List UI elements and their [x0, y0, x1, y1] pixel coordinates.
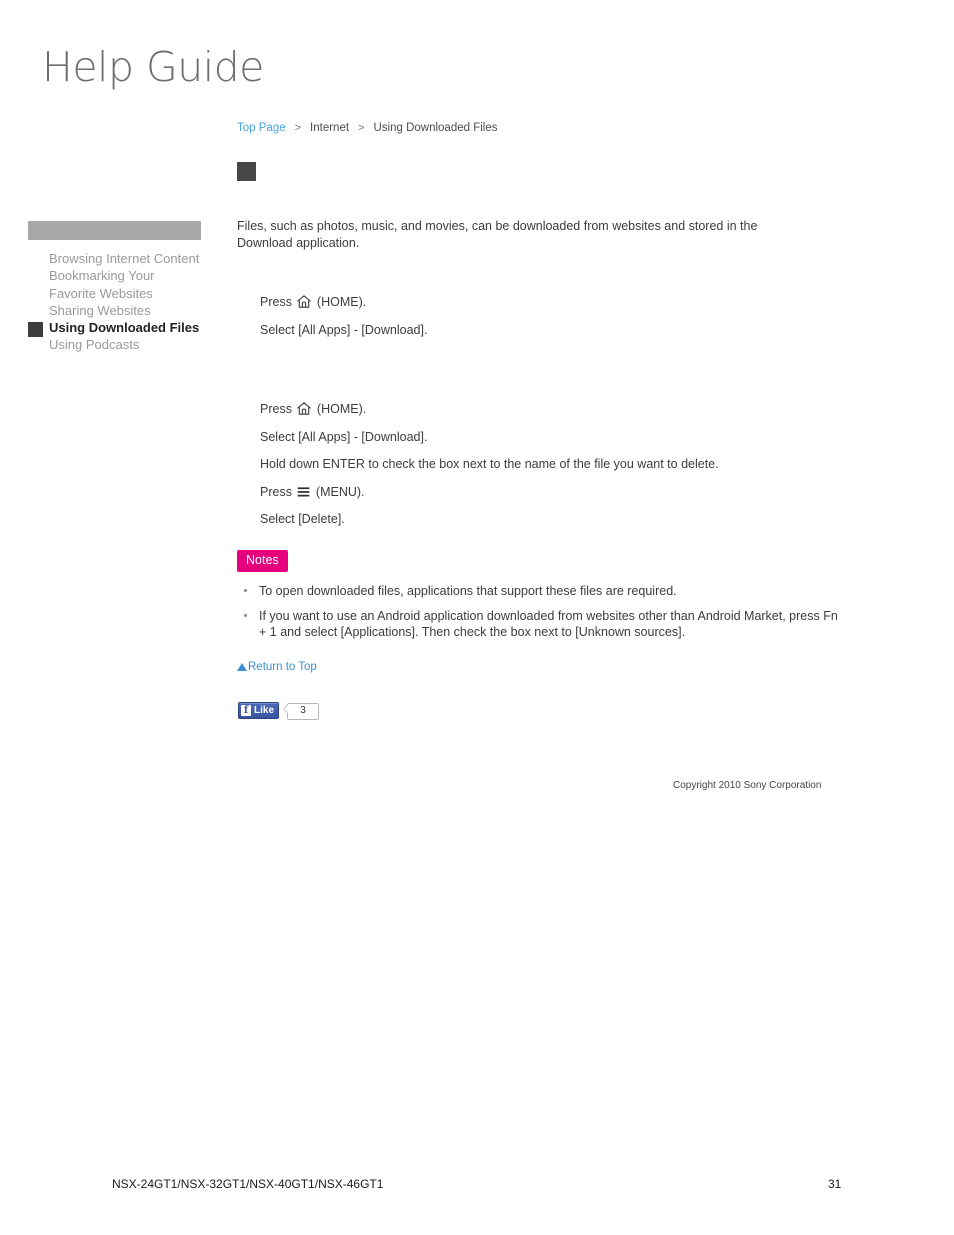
- home-icon: [297, 295, 312, 308]
- step-text-before: Press: [260, 295, 296, 309]
- note-text: To open downloaded files, applications t…: [259, 584, 677, 598]
- copyright-text: Copyright 2010 Sony Corporation: [673, 780, 822, 791]
- footer-page-number: 31: [828, 1177, 842, 1191]
- sidebar-item-label: Browsing Internet Content: [49, 251, 200, 266]
- step-item: Press (MENU).: [260, 484, 880, 501]
- step-text-before: Press: [260, 484, 296, 499]
- step-text: Select [All Apps] - [Download].: [260, 429, 428, 444]
- step-text-before: Press: [260, 402, 296, 416]
- step-item: Hold down ENTER to check the box next to…: [260, 456, 880, 473]
- facebook-icon: f: [241, 704, 251, 716]
- breadcrumb-separator-2: >: [358, 122, 365, 134]
- step-text: Select [Delete].: [260, 512, 345, 526]
- procedure-steps-delete: Press (HOME). Select [All Apps] - [Downl…: [260, 401, 880, 539]
- sidebar-item-label: Sharing Websites: [49, 302, 151, 318]
- page-title-image-placeholder: [237, 162, 256, 181]
- bullet-icon: [244, 589, 247, 592]
- step-item: Press (HOME).: [260, 401, 880, 418]
- facebook-like-label: Like: [254, 704, 275, 716]
- step-text-after: (HOME).: [313, 402, 367, 416]
- facebook-like-widget: f Like 3: [238, 700, 320, 720]
- step-text-after: (MENU).: [312, 484, 365, 499]
- facebook-like-count: 3: [287, 703, 320, 720]
- bullet-icon: [244, 614, 247, 617]
- sidebar-item-label: Using Podcasts: [49, 337, 140, 353]
- sidebar-item-bookmarking-your-favorite-websites[interactable]: Bookmarking Your Favorite Websites: [28, 267, 201, 302]
- step-item: Press (HOME).: [260, 294, 880, 311]
- intro-paragraph: Files, such as photos, music, and movies…: [237, 218, 758, 251]
- note-item: If you want to use an Android applicatio…: [241, 608, 841, 640]
- return-to-top-label: Return to Top: [248, 661, 317, 673]
- note-text: If you want to use an Android applicatio…: [259, 609, 838, 639]
- sidebar-item-label: Using Downloaded Files: [49, 320, 200, 336]
- sidebar-item-browsing-internet-content[interactable]: Browsing Internet Content: [28, 250, 201, 267]
- sidebar: Browsing Internet Content Bookmarking Yo…: [28, 221, 201, 354]
- breadcrumb-item-internet: Internet: [310, 122, 350, 134]
- step-item: Select [Delete].: [260, 511, 880, 528]
- breadcrumb-item-current: Using Downloaded Files: [373, 122, 498, 134]
- notes-list: To open downloaded files, applications t…: [241, 583, 841, 649]
- breadcrumb-separator-1: >: [294, 122, 302, 134]
- footer-model-numbers: NSX-24GT1/NSX-32GT1/NSX-40GT1/NSX-46GT1: [112, 1177, 384, 1191]
- return-to-top-link[interactable]: Return to Top: [237, 660, 317, 675]
- active-item-marker-icon: [28, 322, 43, 338]
- breadcrumb-item-top-page[interactable]: Top Page: [237, 122, 286, 134]
- procedure-steps-download: Press (HOME). Select [All Apps] - [Downl…: [260, 294, 880, 349]
- help-guide-logo: Help Guide: [42, 43, 264, 91]
- sidebar-item-sharing-websites[interactable]: Sharing Websites: [28, 302, 201, 319]
- sidebar-item-using-downloaded-files[interactable]: Using Downloaded Files: [28, 319, 201, 338]
- triangle-up-icon: [237, 663, 247, 671]
- note-item: To open downloaded files, applications t…: [241, 583, 841, 599]
- breadcrumb: Top Page > Internet > Using Downloaded Files: [237, 121, 498, 135]
- step-item: Select [All Apps] - [Download].: [260, 322, 880, 339]
- sidebar-header-bar: [28, 221, 201, 240]
- sidebar-item-using-podcasts[interactable]: Using Podcasts: [28, 336, 201, 353]
- step-text: Select [All Apps] - [Download].: [260, 322, 428, 337]
- step-text: Hold down ENTER to check the box next to…: [260, 457, 719, 471]
- home-icon: [297, 402, 312, 415]
- facebook-like-button[interactable]: f Like: [238, 701, 280, 719]
- sidebar-item-label: Bookmarking Your Favorite Websites: [49, 268, 155, 301]
- step-item: Select [All Apps] - [Download].: [260, 429, 880, 446]
- help-guide-page: Help Guide Top Page > Internet > Using Downl…: [0, 0, 954, 1235]
- menu-icon: [297, 486, 310, 498]
- step-text-after: (HOME).: [313, 295, 367, 309]
- sidebar-list: Browsing Internet Content Bookmarking Yo…: [28, 250, 201, 354]
- notes-badge: Notes: [237, 550, 288, 572]
- facebook-like-count-bubble[interactable]: 3: [283, 700, 320, 720]
